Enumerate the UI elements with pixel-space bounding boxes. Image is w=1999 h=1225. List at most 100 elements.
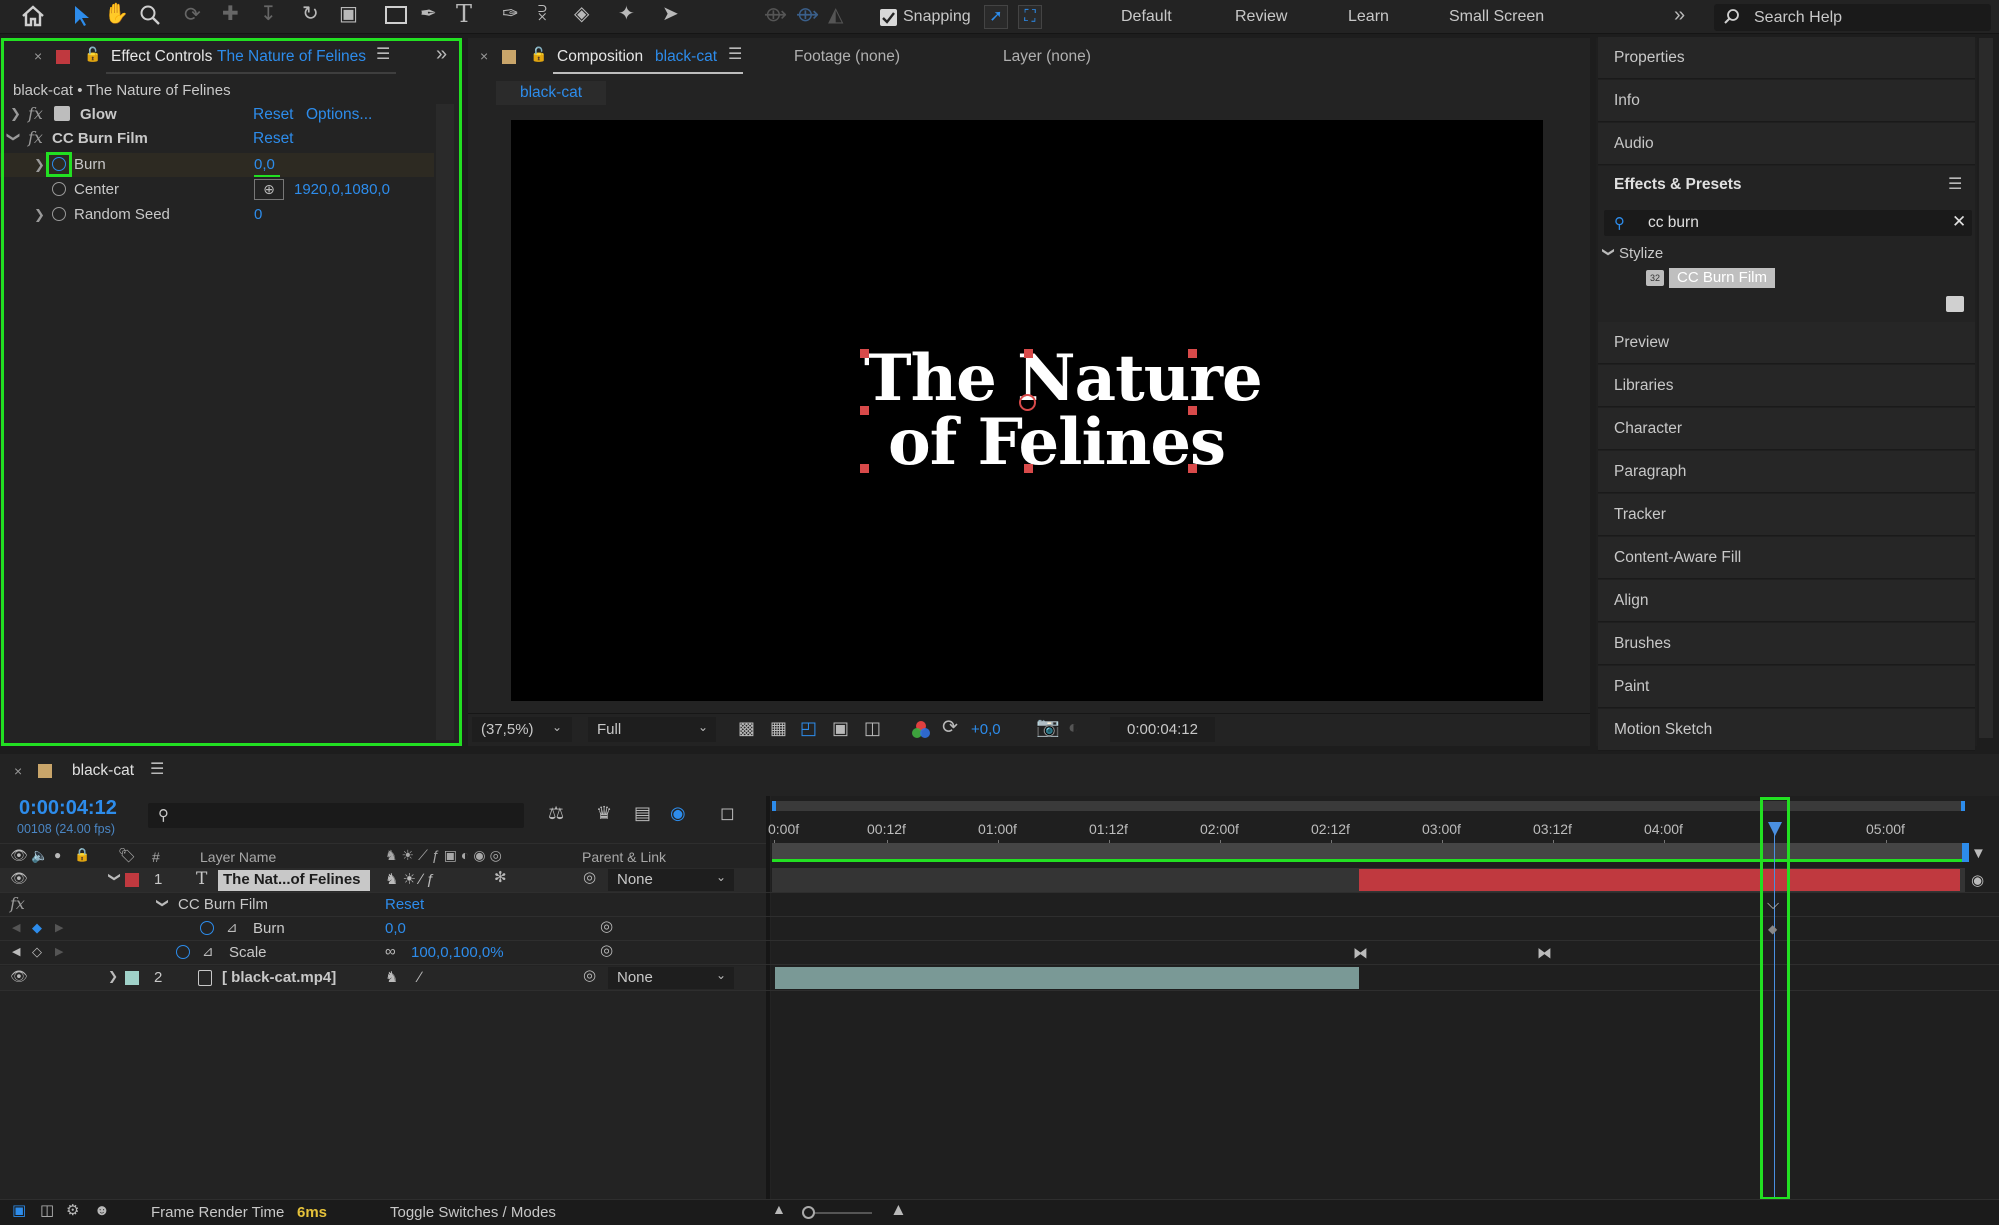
- axis-world-icon[interactable]: ⟴: [796, 5, 819, 25]
- category-stylize[interactable]: Stylize: [1619, 245, 1663, 262]
- composition-subtab[interactable]: black-cat: [496, 81, 606, 105]
- comp-marker-icon[interactable]: ▼: [1971, 845, 1986, 862]
- constrain-proportions-icon[interactable]: ∞: [385, 943, 396, 960]
- panel-motion-sketch[interactable]: Motion Sketch: [1598, 709, 1975, 751]
- magnification-dropdown[interactable]: (37,5%) ⌄: [472, 717, 572, 742]
- right-panel-scrollbar[interactable]: [1979, 38, 1993, 738]
- show-channel-icon[interactable]: [911, 720, 931, 740]
- roto-brush-tool-icon[interactable]: ✦: [618, 4, 635, 24]
- graph-icon[interactable]: ⊿: [202, 943, 214, 960]
- home-icon[interactable]: [20, 4, 46, 28]
- toggle-switches-modes-button[interactable]: Toggle Switches / Modes: [390, 1204, 556, 1221]
- keyframe-add-icon[interactable]: ◆: [32, 920, 42, 936]
- snap-edges-icon[interactable]: ➚: [984, 5, 1008, 29]
- layer-2-bar[interactable]: [775, 967, 1359, 989]
- anchor-point-icon[interactable]: [1019, 394, 1036, 411]
- brush-tool-icon[interactable]: ✑: [502, 4, 519, 24]
- zoom-in-icon[interactable]: ▲: [890, 1201, 907, 1218]
- solo-icon[interactable]: ●: [54, 849, 61, 861]
- panel-libraries[interactable]: Libraries: [1598, 365, 1975, 407]
- frame-blending-icon[interactable]: ▤: [634, 804, 651, 822]
- effects-search-input[interactable]: ⚲ cc burn ✕: [1604, 210, 1972, 236]
- layer-switches-icon[interactable]: ◫: [40, 1203, 54, 1218]
- keyframe-nav-prev-icon[interactable]: ◀: [12, 921, 20, 934]
- panel-character[interactable]: Character: [1598, 408, 1975, 450]
- eye-icon[interactable]: 👁: [10, 871, 28, 885]
- panel-preview[interactable]: Preview: [1598, 322, 1975, 364]
- workspace-overflow-icon[interactable]: »: [1674, 5, 1685, 25]
- parent-dropdown-2[interactable]: None ⌄: [608, 967, 734, 989]
- close-tab-icon[interactable]: ×: [480, 49, 488, 63]
- layer-label-color[interactable]: [125, 971, 139, 985]
- panel-tracker[interactable]: Tracker: [1598, 494, 1975, 536]
- composition-mini-flowchart-icon[interactable]: ⚖: [548, 804, 564, 822]
- keyframe-nav-next-icon[interactable]: ▶: [55, 945, 63, 958]
- panel-menu-icon[interactable]: ☰: [1948, 177, 1962, 193]
- layer-name-2[interactable]: [ black-cat.mp4]: [222, 969, 336, 986]
- type-tool-icon[interactable]: T: [456, 2, 472, 26]
- dolly-camera-icon[interactable]: ↧: [260, 4, 277, 24]
- layer-end-marker-icon[interactable]: ◉: [1971, 871, 1984, 889]
- resolution-dropdown[interactable]: Full ⌄: [588, 717, 716, 742]
- eye-icon[interactable]: 👁: [10, 969, 28, 983]
- keyframe-hold-icon[interactable]: ⧓: [1353, 944, 1368, 962]
- axis-view-icon[interactable]: ◭: [828, 5, 843, 25]
- bounding-box-handle[interactable]: [1024, 349, 1033, 358]
- footage-tab[interactable]: Footage (none): [794, 48, 900, 66]
- layer-1-bar[interactable]: [1359, 869, 1960, 891]
- shy-layers-icon[interactable]: ♛: [596, 804, 612, 822]
- keyframe-hold-icon[interactable]: ⧓: [1537, 944, 1552, 962]
- composition-tab-name[interactable]: black-cat: [655, 48, 717, 66]
- layer-name-1[interactable]: The Nat...of Felines: [218, 870, 370, 891]
- fast-previews-icon[interactable]: ▩: [738, 719, 755, 737]
- panel-menu-icon[interactable]: ☰: [728, 47, 742, 63]
- timeline-effect-reset[interactable]: Reset: [385, 896, 424, 913]
- panel-paint[interactable]: Paint: [1598, 666, 1975, 708]
- timeline-burn-value[interactable]: 0,0: [385, 920, 406, 937]
- pick-whip-icon[interactable]: ◎: [600, 919, 613, 934]
- rectangle-tool-icon[interactable]: [384, 4, 408, 26]
- composition-tab-label[interactable]: Composition: [557, 48, 643, 66]
- panel-align[interactable]: Align: [1598, 580, 1975, 622]
- bounding-box-handle[interactable]: [860, 406, 869, 415]
- layer-tab[interactable]: Layer (none): [1003, 48, 1091, 66]
- show-snapshot-icon[interactable]: ◐: [1068, 718, 1079, 736]
- chevron-down-icon[interactable]: ❯: [1602, 247, 1616, 257]
- workspace-review[interactable]: Review: [1235, 8, 1287, 26]
- hand-tool-icon[interactable]: ✋: [104, 4, 129, 24]
- panel-info[interactable]: Info: [1598, 80, 1975, 122]
- clone-stamp-tool-icon[interactable]: ⫂: [538, 4, 547, 24]
- bounding-box-handle[interactable]: [1188, 464, 1197, 473]
- snapshot-camera-icon[interactable]: 📷: [1036, 718, 1060, 737]
- zoom-tool-icon[interactable]: [138, 3, 162, 27]
- mask-visibility-icon[interactable]: ◰: [800, 719, 817, 737]
- video-visibility-icon[interactable]: 👁: [10, 848, 28, 862]
- bounding-box-handle[interactable]: [1024, 464, 1033, 473]
- selection-tool-icon[interactable]: [70, 4, 92, 28]
- timeline-timecode[interactable]: 0:00:04:12: [19, 797, 117, 820]
- workspace-small-screen[interactable]: Small Screen: [1449, 8, 1544, 26]
- exposure-value[interactable]: +0,0: [971, 721, 1001, 738]
- panel-paragraph[interactable]: Paragraph: [1598, 451, 1975, 493]
- adjustment-switch-icon[interactable]: ✻: [494, 870, 507, 885]
- transfer-controls-icon[interactable]: ⚙: [66, 1203, 79, 1218]
- chevron-down-icon[interactable]: ❯: [108, 872, 122, 882]
- pan-camera-icon[interactable]: ✚: [222, 4, 239, 24]
- close-tab-icon[interactable]: ×: [14, 764, 22, 778]
- layer-2-switches[interactable]: ♞∕: [385, 968, 441, 986]
- transparency-grid-icon[interactable]: ▦: [770, 719, 787, 737]
- pick-whip-icon[interactable]: ◎: [583, 870, 596, 885]
- graph-editor-icon[interactable]: ◻: [720, 804, 735, 822]
- stopwatch-icon[interactable]: [200, 921, 214, 935]
- keyframe-add-icon[interactable]: ◇: [32, 944, 42, 960]
- timeline-divider[interactable]: [766, 796, 770, 1200]
- layer-1-switches[interactable]: ♞☀∕ƒ: [385, 870, 439, 888]
- pick-whip-icon[interactable]: ◎: [583, 968, 596, 983]
- parent-dropdown-1[interactable]: None ⌄: [608, 869, 734, 891]
- bounding-box-handle[interactable]: [860, 349, 869, 358]
- render-time-icon[interactable]: ☻: [94, 1203, 110, 1218]
- bounding-box-handle[interactable]: [860, 464, 869, 473]
- workspace-learn[interactable]: Learn: [1348, 8, 1389, 26]
- clear-search-icon[interactable]: ✕: [1952, 212, 1966, 232]
- keyframe-nav-prev-icon[interactable]: ◀: [12, 945, 20, 958]
